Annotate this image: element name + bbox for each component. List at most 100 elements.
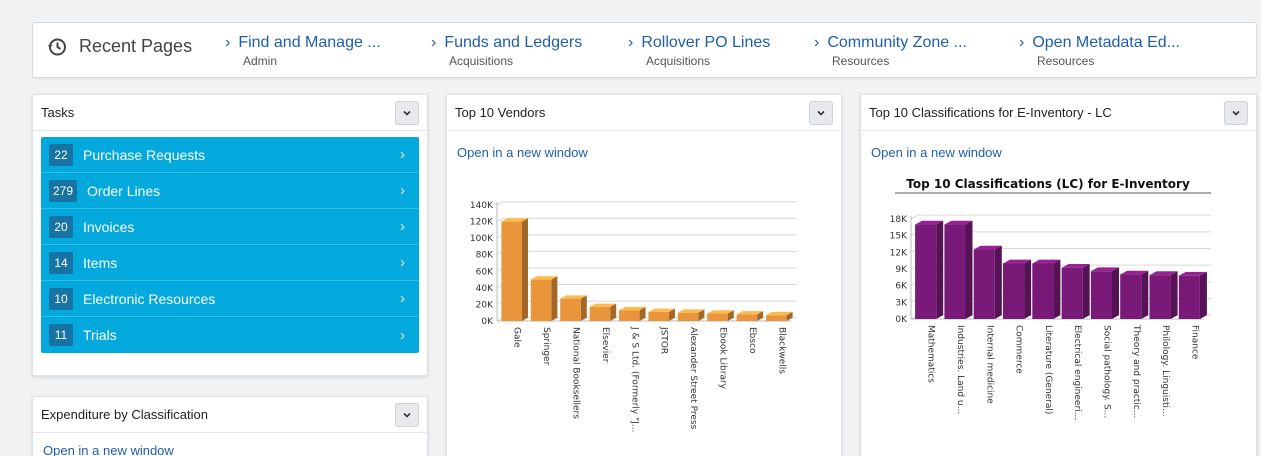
y-tick-label: 15K [890, 232, 908, 242]
y-tick-label: 0K [895, 315, 908, 325]
chevron-down-icon [817, 110, 825, 116]
x-tick-label: Alexander Street Press [688, 327, 698, 430]
task-count-badge: 20 [49, 215, 73, 238]
y-tick-label: 9K [895, 265, 908, 275]
classifications-title: Top 10 Classifications for E-Inventory -… [869, 105, 1112, 120]
recent-page-sub: Acquisitions [646, 54, 711, 68]
recent-page-label: Community Zone ... [827, 34, 967, 51]
y-tick-label: 60K [476, 267, 494, 277]
classifications-header: Top 10 Classifications for E-Inventory -… [861, 95, 1256, 131]
bar-side [965, 220, 973, 319]
gridline [496, 201, 504, 206]
bar-side [1111, 267, 1119, 319]
expenditure-title: Expenditure by Classification [41, 407, 208, 422]
y-tick-label: 20K [476, 300, 494, 310]
x-tick-label: Theory and practic... [1131, 324, 1141, 418]
x-tick-label: Mathematics [926, 325, 936, 383]
gridline [910, 214, 919, 220]
task-trials[interactable]: 11 Trials › [41, 317, 419, 353]
y-tick-label: 40K [476, 284, 494, 294]
task-invoices[interactable]: 20 Invoices › [41, 209, 419, 245]
recent-page-label: Funds and Ledgers [444, 34, 583, 51]
y-tick-label: 0K [481, 317, 494, 327]
vendors-open-link[interactable]: Open in a new window [447, 131, 841, 160]
bar-side [551, 276, 558, 321]
vendors-collapse-button[interactable] [809, 100, 833, 125]
recent-page-funds-and-ledgers[interactable]: › Funds and Ledgers Acquisitions [431, 34, 582, 68]
bar [619, 310, 640, 321]
x-tick-label: Literature (General) [1043, 325, 1053, 414]
task-count-badge: 22 [49, 143, 73, 166]
vendors-widget: Top 10 Vendors Open in a new window 0K 20… [446, 94, 842, 456]
task-label: Trials [83, 327, 117, 343]
x-tick-label: Springer [541, 327, 551, 366]
bar [1149, 275, 1171, 319]
bar [530, 279, 552, 321]
bar [766, 315, 787, 321]
tasks-widget: Tasks 22 Purchase Requests › 279 Order L… [32, 94, 428, 376]
chevron-right-icon: › [400, 146, 405, 163]
bar [915, 224, 937, 319]
expenditure-collapse-button[interactable] [395, 402, 419, 427]
chevron-right-icon: › [400, 218, 405, 235]
task-order-lines[interactable]: 279 Order Lines › [41, 173, 419, 209]
task-count-badge: 11 [49, 324, 73, 346]
tasks-collapse-button[interactable] [395, 100, 419, 125]
recent-page-sub: Resources [832, 54, 890, 68]
expenditure-widget: Expenditure by Classification Open in a … [32, 396, 428, 456]
recent-page-community-zone[interactable]: › Community Zone ... Resources [814, 34, 967, 68]
x-tick-label: Internal medicine [984, 325, 994, 404]
bar [589, 306, 611, 321]
chevron-right-icon: › [814, 34, 820, 51]
x-tick-label: Industries. Land u... [955, 325, 965, 414]
recent-pages-label: Recent Pages [79, 36, 193, 56]
x-tick-label: J & S Ltd. (Formerly "J... [629, 326, 639, 432]
bar [973, 249, 995, 319]
task-label: Purchase Requests [83, 146, 206, 163]
classifications-widget: Top 10 Classifications for E-Inventory -… [860, 94, 1257, 456]
x-tick-label: Finance [1189, 325, 1199, 360]
gridline [496, 217, 504, 223]
recent-page-open-metadata-editor[interactable]: › Open Metadata Ed... Resources [1019, 34, 1180, 68]
recent-page-sub: Acquisitions [449, 54, 514, 68]
bar-side [1053, 259, 1061, 319]
task-label: Invoices [83, 218, 135, 235]
y-tick-label: 80K [476, 251, 494, 261]
task-purchase-requests[interactable]: 22 Purchase Requests › [41, 137, 419, 173]
task-list: 22 Purchase Requests › 279 Order Lines ›… [33, 131, 427, 353]
bar-side [1141, 270, 1149, 319]
bar [648, 311, 669, 321]
chevron-right-icon: › [225, 34, 231, 51]
x-tick-label: Gale [512, 327, 522, 348]
y-tick-label: 3K [895, 298, 908, 308]
recent-page-find-and-manage[interactable]: › Find and Manage ... Admin [225, 34, 381, 68]
chevron-right-icon: › [400, 290, 405, 307]
y-tick-label: 6K [895, 282, 908, 292]
classifications-open-link[interactable]: Open in a new window [861, 131, 1256, 160]
recent-page-rollover-po-lines[interactable]: › Rollover PO Lines Acquisitions [628, 34, 770, 68]
y-tick-label: 18K [890, 215, 908, 225]
recent-page-sub: Admin [243, 54, 278, 68]
chevron-right-icon: › [431, 34, 437, 51]
tasks-title: Tasks [41, 105, 75, 120]
task-items[interactable]: 14 Items › [41, 245, 419, 281]
task-count-badge: 279 [49, 179, 78, 202]
classifications-collapse-button[interactable] [1224, 100, 1248, 125]
bar-side [1082, 264, 1090, 319]
x-tick-label: Electrical engineeri... [1072, 325, 1082, 420]
task-electronic-resources[interactable]: 10 Electronic Resources › [41, 281, 419, 317]
y-tick-label: 100K [470, 234, 494, 244]
recent-pages-bar: Recent Pages › Find and Manage ... Admin … [32, 22, 1257, 78]
recent-page-sub: Resources [1037, 54, 1095, 68]
x-tick-label: National Booksellers [571, 327, 581, 419]
x-tick-label: Elsevier [600, 327, 610, 363]
chevron-down-icon [403, 412, 411, 418]
task-count-badge: 10 [49, 287, 73, 310]
bar [707, 313, 728, 321]
classifications-chart: Top 10 Classifications (LC) for E-Invent… [890, 177, 1211, 420]
recent-page-label: Find and Manage ... [238, 34, 381, 51]
chevron-down-icon [403, 110, 411, 116]
expenditure-open-link[interactable]: Open in a new window [33, 433, 427, 456]
bar [944, 224, 966, 319]
tasks-header: Tasks [33, 95, 427, 131]
